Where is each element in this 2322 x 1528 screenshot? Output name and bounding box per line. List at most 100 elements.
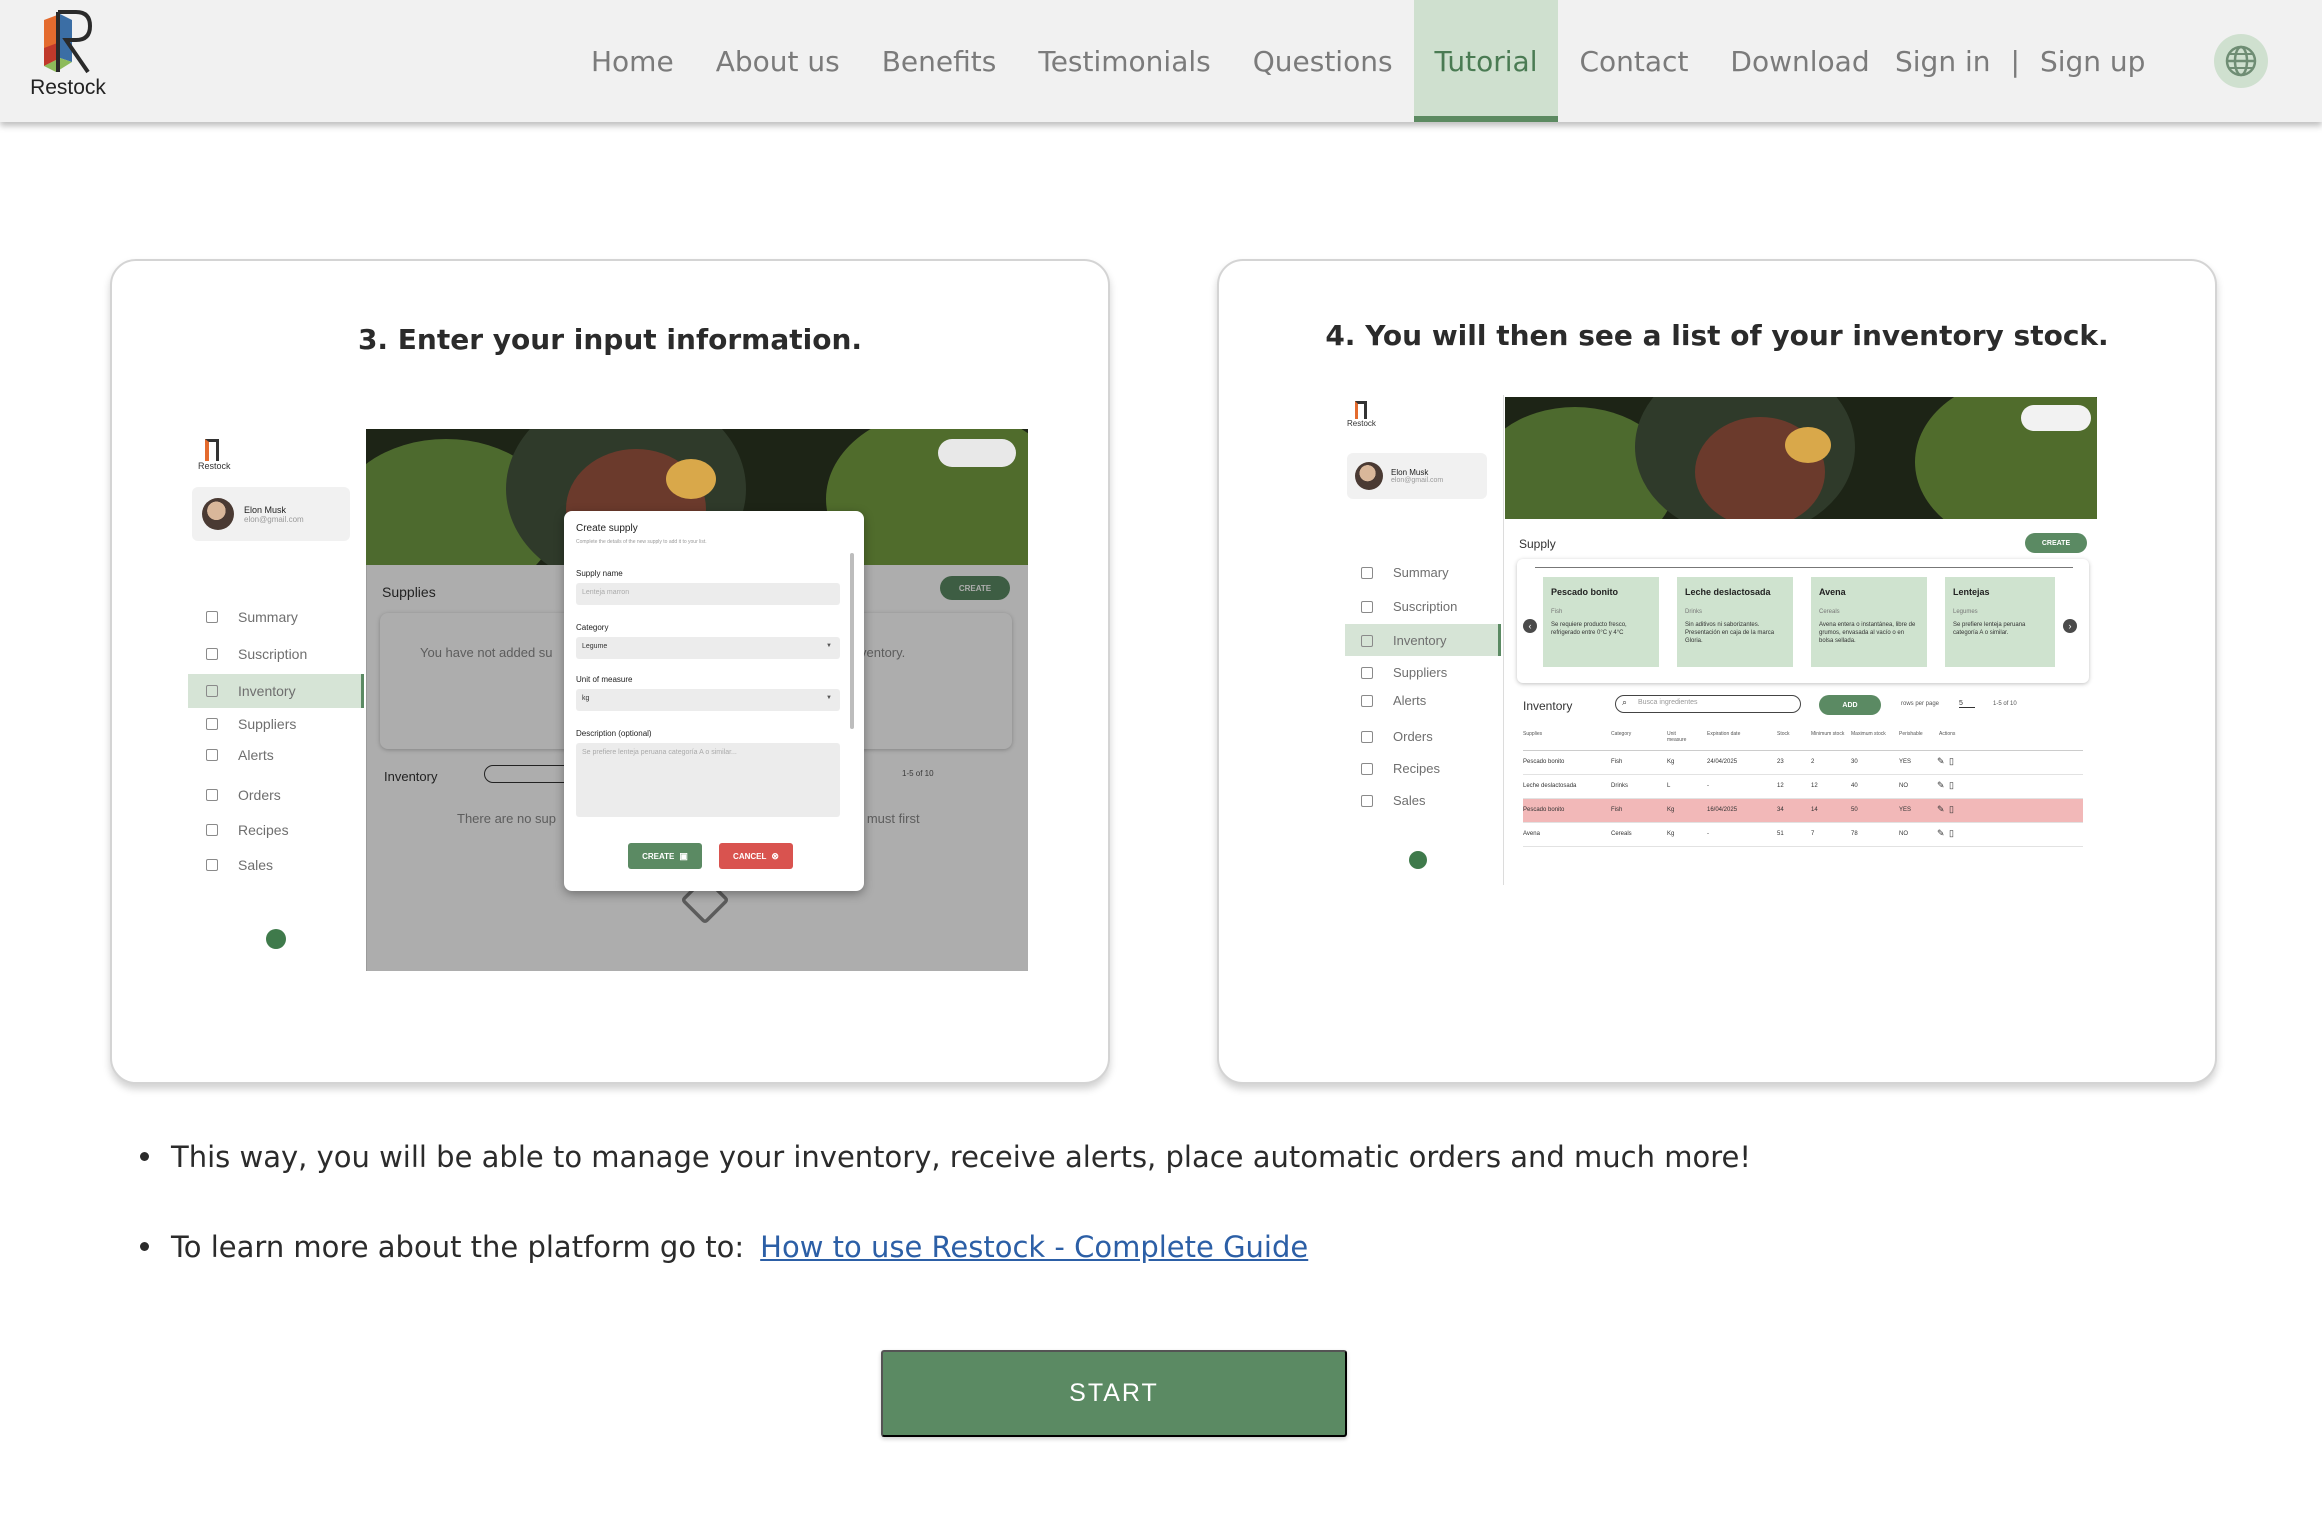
mock-nav-inventory: Inventory — [1361, 633, 1446, 648]
mock-globe-icon — [266, 929, 286, 949]
edit-icon: ✎ — [1937, 756, 1945, 766]
table-cell: YES — [1899, 759, 1912, 765]
dialog-category-select: Legume ▼ — [576, 637, 840, 659]
mock-hero-image — [1505, 397, 2097, 519]
table-cell: Kg — [1667, 759, 1675, 765]
dialog-category-label: Category — [576, 623, 609, 632]
mock-nav-orders: Orders — [206, 787, 281, 803]
bullet-icon — [140, 1242, 149, 1251]
mock-nav-suppliers: Suppliers — [1361, 665, 1447, 680]
mock-brand-name: Restock — [1347, 419, 1376, 428]
table-header-row: Supplies Category Unit measure Expiration d… — [1523, 729, 2083, 751]
mock-logo: Restock — [198, 439, 231, 471]
chevron-left-icon: ‹ — [1523, 619, 1537, 633]
table-cell: NO — [1899, 831, 1908, 837]
close-icon: ⊗ — [771, 850, 779, 861]
mock-user-name: Elon Musk — [244, 504, 287, 515]
dialog-unit-label: Unit of measure — [576, 675, 633, 684]
supply-card-category: Cereals — [1819, 609, 1840, 615]
table-cell: 14 — [1811, 807, 1818, 813]
supply-card-category: Drinks — [1685, 609, 1703, 615]
mock-supply-card: Avena Cereals Avena entera o instantánea… — [1811, 577, 1927, 667]
language-button[interactable] — [2214, 34, 2268, 88]
edit-icon: ✎ — [1937, 780, 1945, 790]
mock-nav-label: Sales — [1393, 793, 1426, 808]
trend-icon — [206, 859, 218, 871]
supply-card-description: Sin aditivos ni saborizantes. Presentaci… — [1685, 622, 1775, 644]
table-cell: 23 — [1777, 759, 1784, 765]
mock-inventory-label: Inventory — [1523, 699, 1573, 713]
note-item: To learn more about the platform go to: … — [140, 1230, 1308, 1264]
nav-download[interactable]: Download — [1709, 0, 1890, 122]
search-icon: ⌕ — [1622, 697, 1628, 707]
mock-rows-per-page: rows per page — [1901, 701, 1940, 707]
table-cell: Fish — [1611, 759, 1623, 765]
supply-card-description: Se requiere producto fresco, refrigerado… — [1551, 622, 1627, 636]
mock-nav-label: Sales — [238, 857, 274, 873]
dialog-description-placeholder: Se prefiere lenteja peruana categoría A … — [582, 749, 737, 756]
nav-about-us[interactable]: About us — [695, 0, 861, 122]
supply-card-name: Avena — [1819, 587, 1846, 597]
mock-user-menu — [2021, 405, 2091, 431]
chart-icon — [1361, 566, 1373, 579]
trend-icon — [1361, 794, 1373, 807]
mock-pagination: 1-5 of 10 — [1993, 701, 2017, 707]
table-column-header: Unit measure — [1667, 731, 1687, 743]
dialog-name-input: Lenteja marron — [576, 583, 840, 605]
step-4-screenshot: Restock Elon Musk elon@gmail.com Summary… — [1343, 395, 2113, 895]
mock-nav-label: Orders — [1393, 729, 1433, 744]
tutorial-step-3-card: 3. Enter your input information. Restock… — [110, 259, 1110, 1084]
nav-contact[interactable]: Contact — [1558, 0, 1709, 122]
table-cell: Fish — [1611, 807, 1623, 813]
supply-card-category: Legumes — [1953, 609, 1978, 615]
sign-in-link[interactable]: Sign in — [1895, 45, 1991, 78]
note-text: This way, you will be able to manage you… — [171, 1140, 1751, 1174]
table-column-header: Supplies — [1523, 731, 1543, 737]
table-cell: 12 — [1811, 783, 1818, 789]
nav-benefits[interactable]: Benefits — [861, 0, 1018, 122]
table-row: Pescado bonito Fish Kg 24/04/2025 23 2 30 YES ✎ ▯ — [1523, 751, 2083, 775]
mock-create-dialog: Create supply Complete the details of th… — [564, 511, 864, 891]
nav-tutorial[interactable]: Tutorial — [1413, 0, 1559, 122]
mock-avatar — [202, 498, 234, 530]
dialog-create-label: CREATE — [642, 851, 675, 861]
nav-testimonials[interactable]: Testimonials — [1017, 0, 1231, 122]
table-cell: 78 — [1851, 831, 1858, 837]
mock-nav-orders: Orders — [1361, 729, 1433, 744]
table-column-header: Expiration date — [1707, 731, 1741, 737]
supply-card-description: Avena entera o instantánea, libre de gru… — [1819, 622, 1916, 644]
mock-panel-divider — [1535, 567, 2073, 568]
dialog-scrollbar — [850, 553, 854, 729]
sign-up-link[interactable]: Sign up — [2040, 45, 2146, 78]
truck-icon — [206, 789, 218, 801]
start-button[interactable]: START — [881, 1350, 1347, 1437]
supply-card-name: Lentejas — [1953, 587, 1990, 597]
truck-icon — [1361, 730, 1373, 743]
dialog-name-placeholder: Lenteja marron — [582, 589, 630, 596]
brand-logo[interactable]: Restock — [26, 10, 110, 102]
mock-nav-recipes: Recipes — [206, 822, 289, 838]
table-cell: 34 — [1777, 807, 1784, 813]
table-column-header: Actions — [1939, 731, 1956, 737]
mock-nav-label: Suscription — [238, 646, 308, 662]
complete-guide-link[interactable]: How to use Restock - Complete Guide — [760, 1230, 1308, 1264]
table-cell: Drinks — [1611, 783, 1629, 789]
auth-separator: | — [2010, 44, 2020, 78]
supply-card-name: Pescado bonito — [1551, 587, 1619, 597]
delete-icon: ▯ — [1949, 780, 1954, 790]
nav-home[interactable]: Home — [570, 0, 695, 122]
supply-card-description: Se prefiere lenteja peruana categoría A … — [1953, 622, 2026, 636]
mock-nav-suscription: Suscription — [1361, 599, 1457, 614]
box-icon — [206, 685, 218, 697]
card-icon — [1361, 600, 1373, 613]
mock-search-placeholder: Busca ingredientes — [1638, 699, 1698, 706]
delete-icon: ▯ — [1949, 756, 1954, 766]
save-icon: ▣ — [679, 850, 688, 861]
mock-nav-sales: Sales — [206, 857, 273, 873]
mock-profile: Elon Musk elon@gmail.com — [192, 487, 350, 541]
site-header: Restock Home About us Benefits Testimoni… — [0, 0, 2322, 122]
table-cell: Pescado bonito — [1523, 807, 1565, 813]
nav-questions[interactable]: Questions — [1232, 0, 1414, 122]
mock-nav-label: Inventory — [238, 683, 296, 699]
restock-logo-icon — [44, 10, 93, 74]
